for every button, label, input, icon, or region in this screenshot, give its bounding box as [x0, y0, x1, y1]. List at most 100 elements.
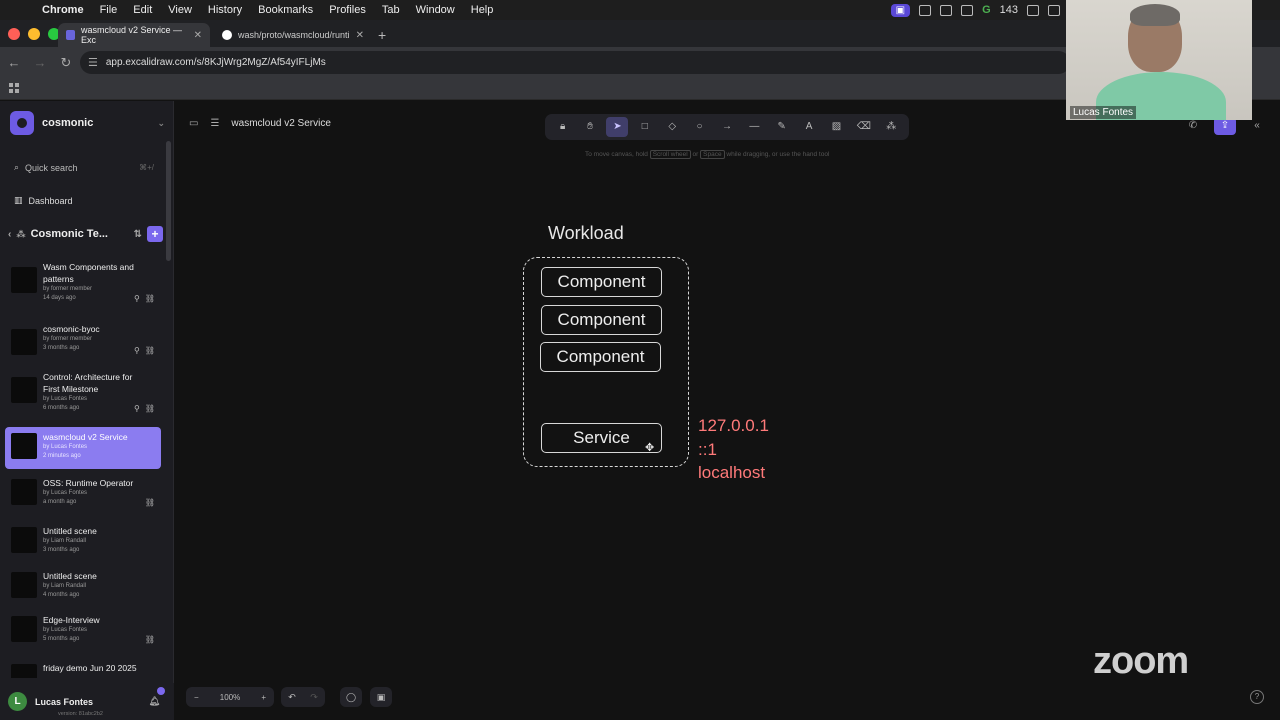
address-ipv4[interactable]: 127.0.0.1 [698, 414, 769, 437]
canvas-hint: To move canvas, hold Scroll wheel or Spa… [585, 150, 829, 159]
help-icon[interactable]: ? [1250, 690, 1264, 704]
zoom-in-button[interactable]: + [261, 693, 266, 702]
zoom-status-icon[interactable]: ▣ [890, 3, 911, 17]
component-box[interactable]: Component [541, 267, 662, 297]
diamond-tool-icon[interactable]: ◇ [661, 117, 683, 137]
sort-icon[interactable]: ⇅ [134, 229, 142, 240]
quick-search[interactable]: ⌕ Quick search ⌘+/ [14, 162, 154, 173]
canvas-header: ▭ ☰ wasmcloud v2 Service [189, 118, 331, 129]
scene-item[interactable]: OSS: Runtime Operator by Lucas Fontes a … [5, 473, 161, 511]
text-tool-icon[interactable]: A [798, 117, 820, 137]
bell-icon[interactable]: 🔔︎ [149, 687, 165, 707]
chevron-left-icon[interactable]: ‹ [8, 229, 11, 240]
component-box[interactable]: Component [540, 342, 661, 372]
workload-label[interactable]: Workload [548, 223, 624, 244]
sidebar-toggle-icon[interactable]: ▭ [189, 118, 198, 129]
scene-time: 3 months ago [43, 547, 80, 553]
pin-icon[interactable]: ⚲ [134, 294, 140, 303]
scene-item[interactable]: Wasm Components and patterns by former m… [5, 257, 161, 307]
back-button[interactable]: ← [2, 55, 26, 70]
scene-thumbnail [11, 377, 37, 403]
browser-tab-excalidraw[interactable]: wasmcloud v2 Service — Exc ✕ [58, 23, 210, 47]
status-icon[interactable] [919, 4, 932, 16]
status-icon[interactable] [961, 4, 974, 16]
close-tab-icon[interactable]: ✕ [194, 30, 202, 41]
link-icon[interactable]: ⛓ [145, 294, 155, 303]
sidebar-scrollbar[interactable] [166, 141, 171, 261]
sidebar-item-dashboard[interactable]: ▥ Dashboard [14, 195, 73, 206]
pencil-tool-icon[interactable]: ✎ [771, 117, 793, 137]
image-tool-icon[interactable]: ▨ [825, 117, 847, 137]
redo-icon[interactable]: ↷ [310, 692, 318, 703]
zoom-level[interactable]: 100% [220, 693, 240, 702]
grammarly-icon[interactable]: G [982, 4, 991, 16]
eraser-tool-icon[interactable]: ⌫ [853, 117, 875, 137]
selection-tool-icon[interactable]: ➤ [606, 117, 629, 137]
menu-help[interactable]: Help [463, 4, 502, 16]
status-icon[interactable] [940, 4, 953, 16]
site-settings-icon[interactable]: ☰ [88, 56, 98, 69]
pin-icon[interactable]: ⚲ [134, 346, 140, 355]
hamburger-menu-icon[interactable]: ☰ [210, 118, 219, 129]
rectangle-tool-icon[interactable]: □ [634, 117, 656, 137]
undo-icon[interactable]: ↶ [288, 692, 296, 703]
link-icon[interactable]: ⛓ [145, 498, 155, 507]
menu-bookmarks[interactable]: Bookmarks [250, 4, 321, 16]
menu-app-chrome[interactable]: Chrome [34, 4, 92, 16]
more-tools-icon[interactable]: ⁂ [880, 117, 902, 137]
link-icon[interactable]: ⛓ [145, 635, 155, 644]
zoom-out-button[interactable]: − [194, 693, 199, 702]
apps-grid-icon[interactable] [9, 83, 19, 93]
dashboard-label: Dashboard [28, 195, 73, 206]
participant-video[interactable]: Lucas Fontes [1066, 0, 1252, 120]
scene-item-active[interactable]: wasmcloud v2 Service by Lucas Fontes 2 m… [5, 427, 161, 469]
menu-history[interactable]: History [200, 4, 250, 16]
scene-time: 2 minutes ago [43, 453, 81, 459]
menu-window[interactable]: Window [408, 4, 463, 16]
scene-author: by Lucas Fontes [43, 444, 88, 450]
comment-icon[interactable]: ◯ [340, 687, 362, 707]
workspace-switcher[interactable]: cosmonic ⌄ [10, 111, 165, 135]
notification-dot [157, 687, 165, 695]
scene-title: Wasm Components and patterns [43, 262, 134, 284]
ellipse-tool-icon[interactable]: ○ [689, 117, 711, 137]
add-scene-button[interactable]: + [147, 226, 163, 242]
scene-item[interactable]: Untitled scene by Liam Randall 3 months … [5, 521, 161, 559]
address-bar[interactable]: ☰ app.excalidraw.com/s/8KJjWrg2MgZ/Af54y… [80, 51, 1070, 74]
menu-view[interactable]: View [160, 4, 200, 16]
address-localhost[interactable]: localhost [698, 461, 765, 484]
minimize-window-button[interactable] [28, 28, 40, 40]
scene-item[interactable]: Edge-Interview by Lucas Fontes 5 months … [5, 610, 161, 648]
status-icon[interactable] [1027, 4, 1039, 16]
address-ipv6[interactable]: ::1 [698, 438, 717, 461]
close-tab-icon[interactable]: ✕ [356, 30, 364, 41]
status-icon[interactable] [1048, 4, 1060, 16]
pin-icon[interactable]: ⚲ [134, 404, 140, 413]
arrow-tool-icon[interactable]: → [716, 117, 738, 137]
link-icon[interactable]: ⛓ [145, 346, 155, 355]
scene-name[interactable]: wasmcloud v2 Service [231, 118, 330, 129]
scene-item[interactable]: friday demo Jun 20 2025 [5, 658, 161, 678]
scene-item[interactable]: Control: Architecture for First Mileston… [5, 367, 161, 417]
scene-thumbnail [11, 527, 37, 553]
lock-icon[interactable]: 🔒︎ [552, 117, 574, 137]
link-icon[interactable]: ⛓ [145, 404, 155, 413]
hand-tool-icon[interactable]: ✋︎ [579, 117, 601, 137]
close-window-button[interactable] [8, 28, 20, 40]
service-box[interactable]: Service [541, 423, 662, 453]
browser-tab-github[interactable]: wash/proto/wasmcloud/runti ✕ [214, 23, 372, 47]
menu-tab[interactable]: Tab [374, 4, 408, 16]
menu-profiles[interactable]: Profiles [321, 4, 374, 16]
scene-item[interactable]: Untitled scene by Liam Randall 4 months … [5, 566, 161, 604]
menu-file[interactable]: File [92, 4, 126, 16]
team-name[interactable]: Cosmonic Te... [31, 228, 108, 240]
new-tab-button[interactable]: + [378, 27, 386, 43]
line-tool-icon[interactable]: — [743, 117, 765, 137]
menu-edit[interactable]: Edit [125, 4, 160, 16]
component-box[interactable]: Component [541, 305, 662, 335]
hint-key: Space [700, 150, 725, 159]
forward-button[interactable]: → [28, 55, 52, 70]
presentation-icon[interactable]: ▣ [370, 687, 392, 707]
reload-button[interactable]: ↻ [54, 55, 78, 71]
scene-item[interactable]: cosmonic-byoc by former member 3 months … [5, 319, 161, 359]
